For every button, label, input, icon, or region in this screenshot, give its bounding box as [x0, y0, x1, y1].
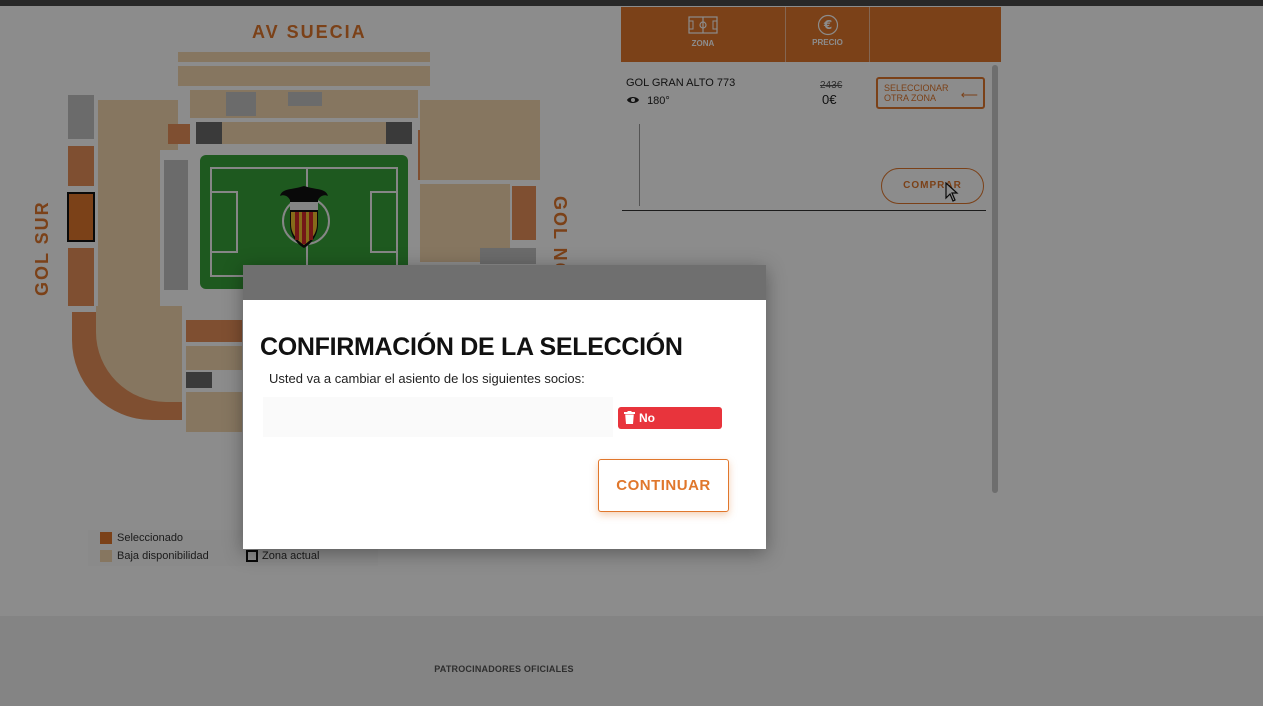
modal-header [243, 265, 766, 300]
confirmation-modal: CONFIRMACIÓN DE LA SELECCIÓN Usted va a … [243, 265, 766, 549]
modal-message: Usted va a cambiar el asiento de los sig… [269, 371, 585, 386]
trash-icon [624, 411, 635, 424]
modal-title: CONFIRMACIÓN DE LA SELECCIÓN [260, 333, 683, 361]
no-select-button[interactable]: No seleccionar [618, 407, 722, 447]
continue-button[interactable]: CONTINUAR [598, 459, 729, 512]
member-row [263, 397, 613, 437]
